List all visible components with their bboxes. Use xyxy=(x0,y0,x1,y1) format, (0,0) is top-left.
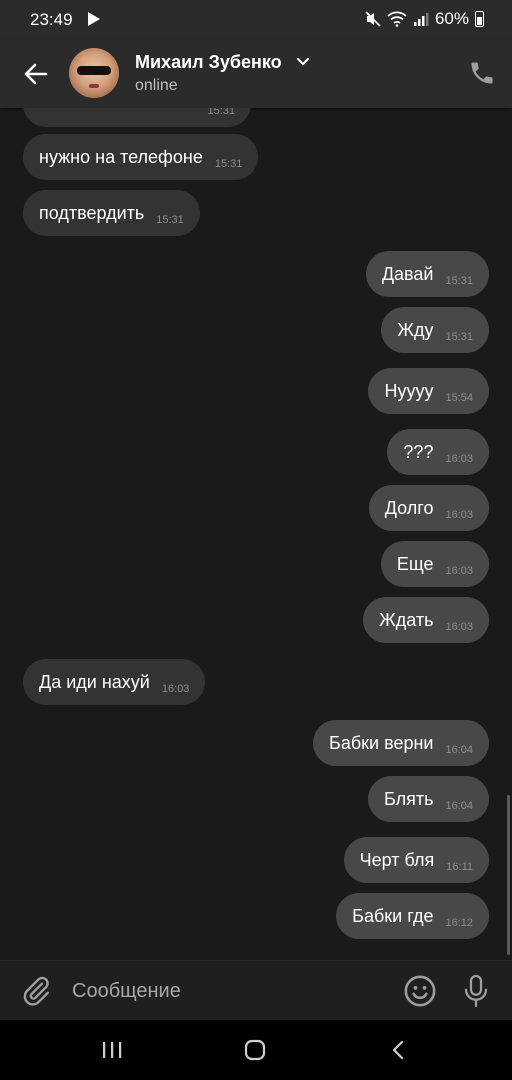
message-text: Жду xyxy=(397,319,434,340)
message-outgoing[interactable]: ??? 16:03 xyxy=(387,429,489,475)
message-time: 15:31 xyxy=(214,158,243,170)
message-text: Еще xyxy=(396,553,434,574)
message-text: Нуууу xyxy=(384,380,434,401)
status-time: 23:49 xyxy=(30,10,73,29)
message-outgoing[interactable]: Долго 16:03 xyxy=(368,485,489,531)
message-time: 15:31 xyxy=(445,331,473,343)
message-incoming[interactable]: подтвердить 15:31 xyxy=(23,190,200,236)
message-outgoing[interactable]: Бабки где 16:12 xyxy=(336,893,489,939)
message-outgoing[interactable]: Ждать 16:03 xyxy=(363,597,489,643)
message-time: 16:03 xyxy=(445,509,473,521)
message-time: 16:12 xyxy=(445,917,473,929)
message-time: 15:31 xyxy=(445,275,473,287)
message-time: 15:54 xyxy=(445,392,473,404)
message-time: 16:03 xyxy=(161,683,190,695)
message-incoming[interactable]: Да иди нахуй 16:03 xyxy=(23,659,206,705)
contact-status: online xyxy=(135,77,178,94)
message-time: 16:03 xyxy=(445,565,473,577)
message-outgoing[interactable]: Блять 16:04 xyxy=(367,776,489,822)
message-time: 16:04 xyxy=(445,800,473,812)
message-text: Да иди нахуй xyxy=(39,671,150,692)
message-outgoing[interactable]: Черт бля 16:11 xyxy=(343,837,489,883)
system-navigation-bar xyxy=(0,1020,512,1080)
message-time: 16:04 xyxy=(445,744,473,756)
avatar[interactable] xyxy=(69,48,119,98)
message-time: 16:11 xyxy=(446,861,473,873)
message-text: Ждать xyxy=(379,609,434,630)
chat-header: Михаил Зубенко online xyxy=(0,40,512,108)
message-outgoing[interactable]: Бабки верни 16:04 xyxy=(313,720,489,766)
paperclip-icon[interactable] xyxy=(20,975,52,1007)
chevron-down-icon[interactable] xyxy=(296,56,310,68)
recent-apps-icon[interactable] xyxy=(99,1040,125,1060)
back-icon[interactable] xyxy=(387,1038,411,1062)
message-text: подтвердить xyxy=(39,202,145,223)
back-arrow-icon[interactable] xyxy=(20,58,52,90)
message-composer xyxy=(0,960,512,1021)
message-incoming[interactable]: 15:31 xyxy=(23,108,251,127)
message-text: Черт бля xyxy=(359,849,435,870)
message-incoming[interactable]: нужно на телефоне 15:31 xyxy=(23,134,259,180)
battery-percent: 60% xyxy=(434,9,469,28)
message-text: Давай xyxy=(381,263,434,284)
mute-icon xyxy=(365,11,381,27)
signal-icon xyxy=(413,13,429,26)
message-time: 16:03 xyxy=(445,621,473,633)
message-time: 15:31 xyxy=(207,108,235,117)
wifi-icon xyxy=(387,11,407,27)
media-play-icon xyxy=(88,12,100,26)
message-input[interactable] xyxy=(72,975,372,1007)
status-bar: 23:49 60% xyxy=(0,0,512,40)
message-text: Бабки где xyxy=(352,905,434,926)
message-outgoing[interactable]: Нуууу 15:54 xyxy=(368,368,489,414)
message-outgoing[interactable]: Еще 16:03 xyxy=(380,541,489,587)
message-text: нужно на телефоне xyxy=(39,146,203,167)
message-list[interactable]: 15:31 нужно на телефоне 15:31 подтвердит… xyxy=(0,108,512,960)
message-text: Долго xyxy=(384,497,434,518)
status-icons: 60% xyxy=(365,9,484,29)
message-outgoing[interactable]: Жду 15:31 xyxy=(381,307,489,353)
message-outgoing[interactable]: Давай 15:31 xyxy=(365,251,489,297)
message-text: ??? xyxy=(403,441,434,462)
phone-icon[interactable] xyxy=(468,59,496,87)
home-icon[interactable] xyxy=(243,1039,267,1061)
message-text: Бабки верни xyxy=(329,732,434,753)
smiley-icon[interactable] xyxy=(403,974,437,1008)
message-text: Блять xyxy=(383,788,434,809)
message-time: 15:31 xyxy=(156,214,184,226)
contact-name[interactable]: Михаил Зубенко xyxy=(135,52,282,73)
scrollbar[interactable] xyxy=(507,795,510,955)
battery-icon xyxy=(475,11,484,27)
microphone-icon[interactable] xyxy=(461,973,491,1009)
message-time: 16:03 xyxy=(445,453,473,465)
